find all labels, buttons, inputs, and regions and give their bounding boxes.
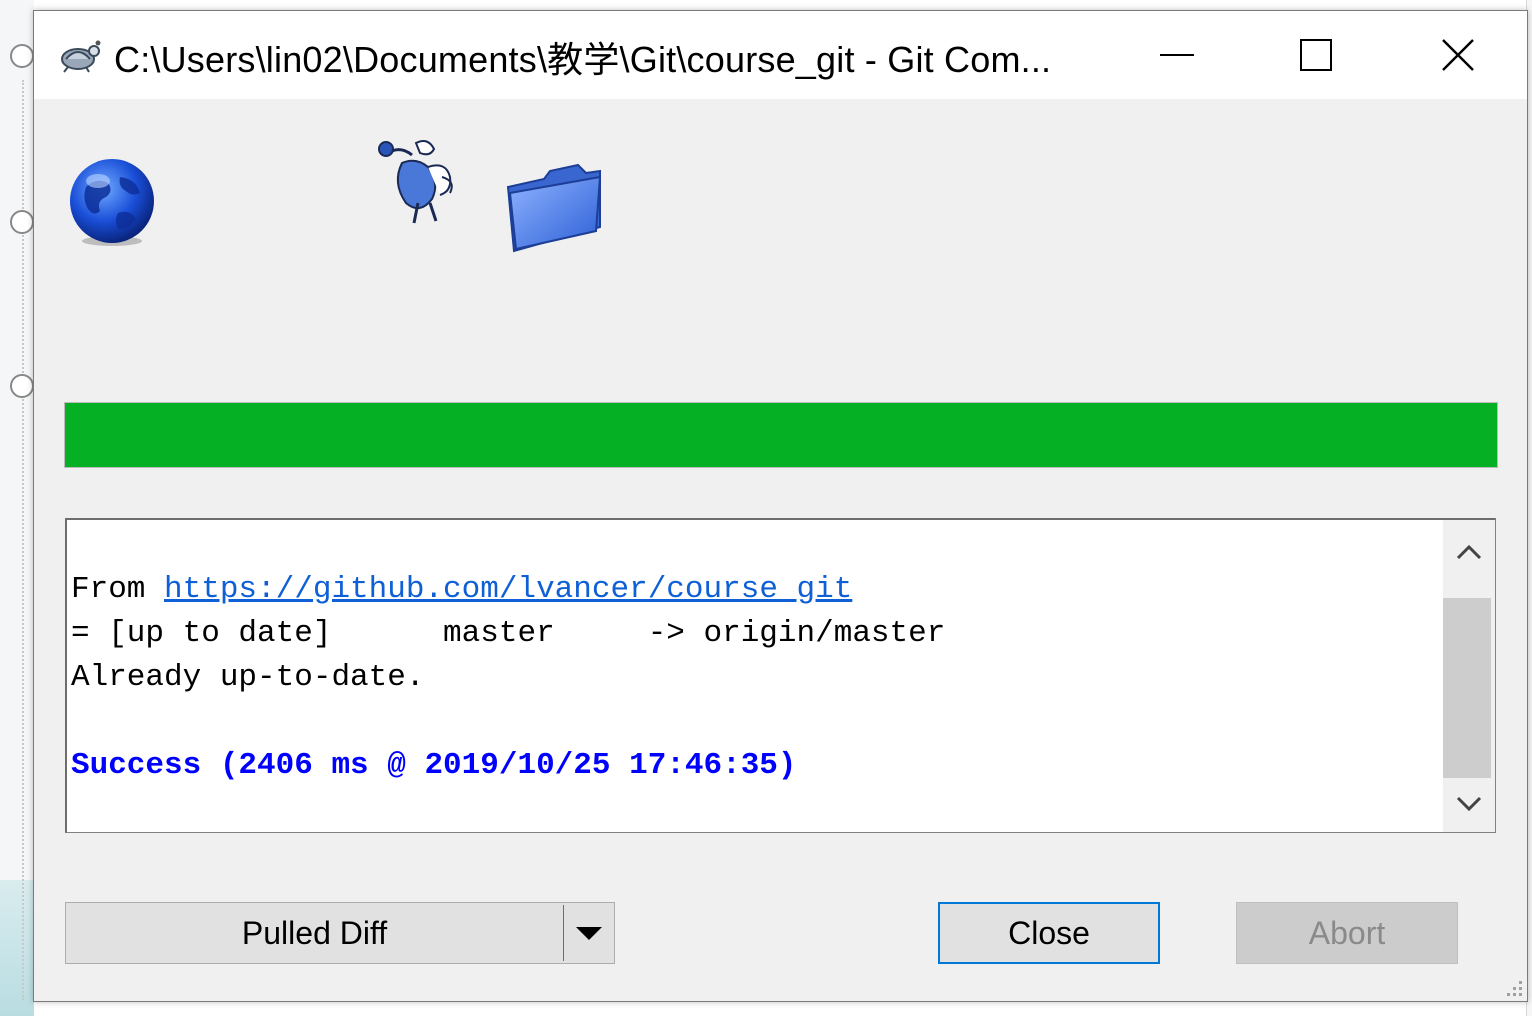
background-desktop-area — [0, 880, 34, 1016]
log-line: Already up-to-date. — [71, 660, 425, 695]
repository-link[interactable]: https://github.com/lvancer/course_git — [164, 572, 852, 607]
dropdown-arrow-icon — [576, 927, 603, 940]
success-message: Success (2406 ms @ 2019/10/25 17:46:35) — [71, 748, 797, 783]
log-from-label: From — [71, 572, 165, 607]
background-handle — [10, 210, 34, 234]
chevron-up-icon — [1456, 544, 1482, 560]
close-window-button[interactable] — [1428, 27, 1488, 83]
globe-icon — [66, 157, 158, 249]
tortoise-animation-icon — [372, 133, 460, 229]
log-lines: From https://github.com/lvancer/course_g… — [71, 568, 945, 788]
log-line: = [up to date] master -> origin/master — [71, 616, 946, 651]
minimize-button[interactable] — [1147, 27, 1207, 83]
vertical-scrollbar[interactable] — [1443, 520, 1495, 832]
scroll-thumb[interactable] — [1443, 598, 1491, 778]
log-line: From https://github.com/lvancer/course_g… — [71, 568, 945, 612]
maximize-button[interactable] — [1286, 27, 1346, 83]
resize-grip-icon[interactable] — [1503, 977, 1523, 997]
title-bar[interactable]: C:\Users\lin02\Documents\教学\Git\course_g… — [34, 11, 1527, 99]
scroll-down-button[interactable] — [1443, 784, 1495, 824]
pulled-diff-button[interactable]: Pulled Diff — [66, 915, 563, 952]
progress-bar — [64, 402, 1498, 468]
scroll-up-button[interactable] — [1443, 532, 1495, 572]
close-button[interactable]: Close — [938, 902, 1160, 964]
pulled-diff-split-button[interactable]: Pulled Diff — [65, 902, 615, 964]
maximize-icon — [1300, 39, 1332, 71]
window-title: C:\Users\lin02\Documents\教学\Git\course_g… — [114, 39, 1052, 80]
background-handle — [10, 374, 34, 398]
background-handle — [10, 44, 34, 68]
tortoisegit-icon — [56, 37, 102, 73]
background-window-left — [0, 0, 34, 1016]
progress-bar-fill — [65, 403, 1497, 467]
minimize-icon — [1160, 54, 1194, 56]
abort-button[interactable]: Abort — [1236, 902, 1458, 964]
chevron-down-icon — [1456, 796, 1482, 812]
close-icon — [1442, 39, 1474, 71]
git-command-progress-window: C:\Users\lin02\Documents\教学\Git\course_g… — [33, 10, 1528, 1002]
pulled-diff-dropdown[interactable] — [564, 924, 614, 942]
folder-icon — [504, 157, 604, 255]
output-log[interactable]: From https://github.com/lvancer/course_g… — [65, 518, 1496, 833]
